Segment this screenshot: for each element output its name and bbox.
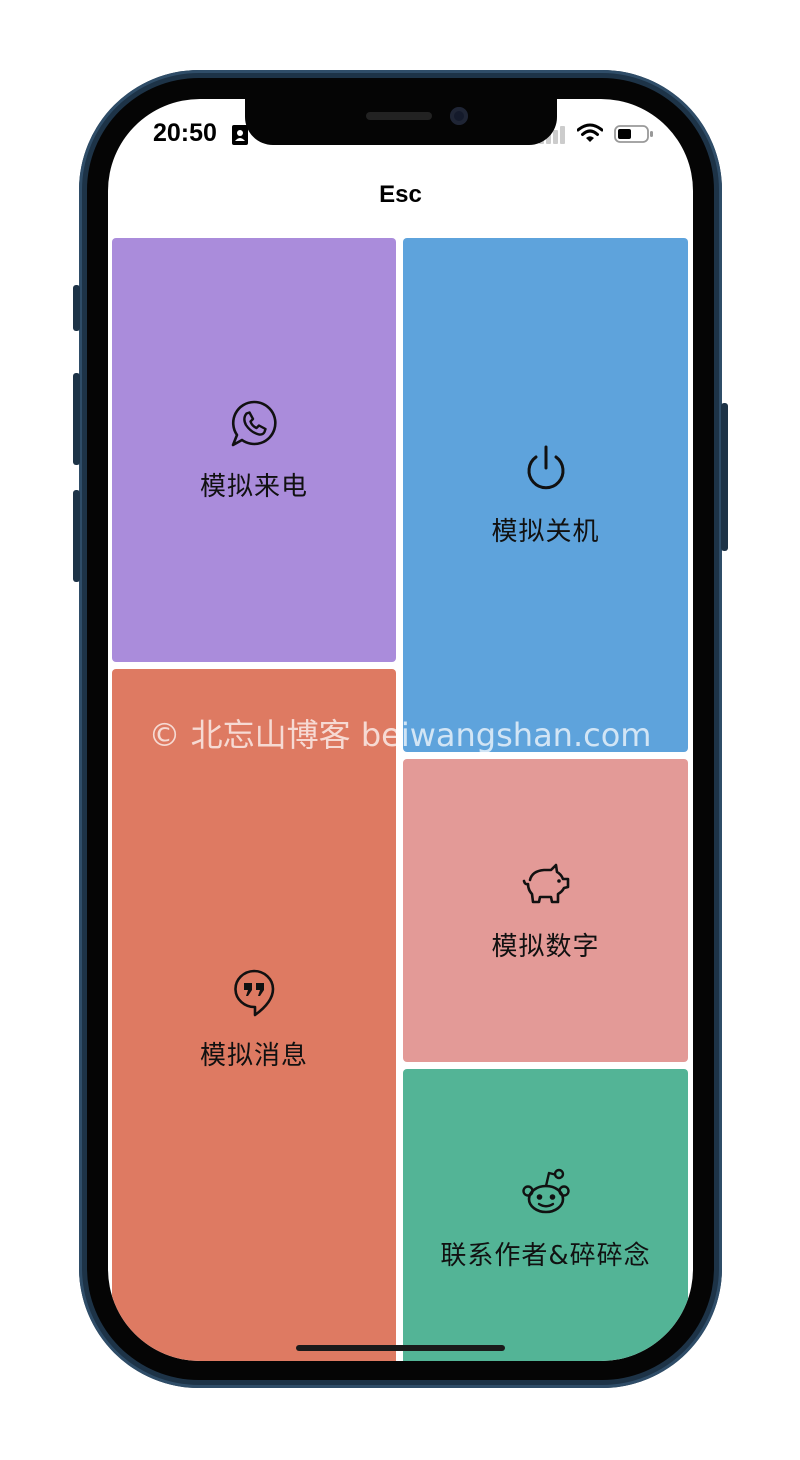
tile-label: 模拟消息 xyxy=(199,1040,308,1071)
piggy-bank-icon xyxy=(522,863,569,904)
tile-simulate-call[interactable]: 模拟来电 xyxy=(112,238,396,662)
page-title: Esc xyxy=(379,181,422,208)
tile-label: 模拟关机 xyxy=(491,516,600,547)
silent-switch xyxy=(73,285,80,331)
volume-down-button xyxy=(73,490,80,582)
home-indicator[interactable] xyxy=(296,1345,505,1351)
tile-label: 模拟数字 xyxy=(491,932,600,962)
whatsapp-phone-icon xyxy=(231,400,277,446)
tile-simulate-numbers[interactable]: 模拟数字 xyxy=(403,759,688,1062)
front-camera xyxy=(450,107,468,125)
phone-screen: 20:50 Esc 模拟来电 模拟关机 模拟消息 模拟数字 联系作者&碎碎念 xyxy=(108,99,693,1361)
status-time: 20:50 xyxy=(153,119,217,147)
tile-label: 联系作者&碎碎念 xyxy=(440,1240,651,1271)
tile-simulate-message[interactable]: 模拟消息 xyxy=(112,669,396,1361)
tile-simulate-shutdown[interactable]: 模拟关机 xyxy=(403,238,688,752)
volume-up-button xyxy=(73,373,80,465)
earpiece-speaker xyxy=(366,112,432,120)
power-icon xyxy=(527,445,564,489)
wifi-icon xyxy=(577,123,603,142)
hangouts-quote-icon xyxy=(234,969,275,1016)
reddit-icon xyxy=(521,1168,570,1213)
battery-icon xyxy=(614,125,653,143)
tile-contact-author[interactable]: 联系作者&碎碎念 xyxy=(403,1069,688,1361)
tile-label: 模拟来电 xyxy=(199,471,308,502)
notch xyxy=(245,99,557,145)
power-side-button xyxy=(721,403,728,551)
